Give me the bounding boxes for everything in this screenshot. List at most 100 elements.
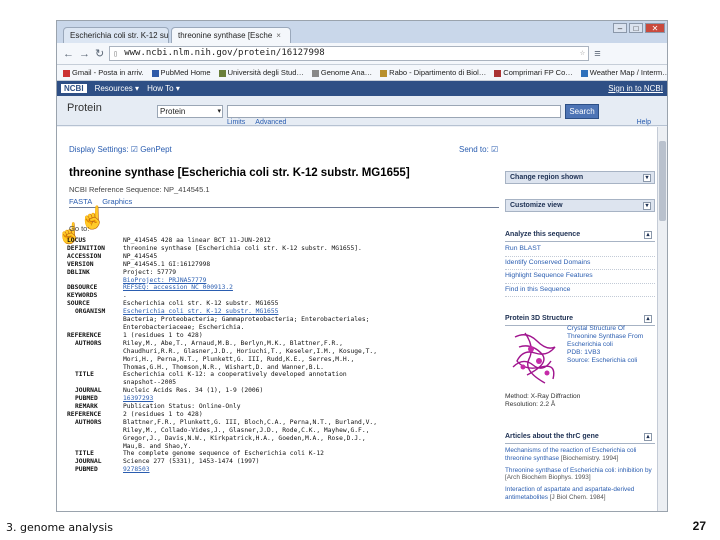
howto-menu[interactable]: How To ▾ (147, 84, 180, 93)
genpept-line: PUBMED 9278503 (67, 466, 507, 474)
customize-view-panel[interactable]: Customize view ▾ (505, 199, 655, 212)
genpept-field-key: REFERENCE (67, 331, 102, 339)
genpept-field-value: 1 (residues 1 to 428) (123, 331, 203, 339)
limits-link[interactable]: Limits (227, 119, 245, 126)
conserved-domains-link[interactable]: Identify Conserved Domains (505, 257, 655, 270)
bookmark-item[interactable]: Università degli Stud… (218, 68, 304, 77)
genpept-field-key: DEFINITION (67, 244, 105, 252)
genpept-line: PUBMED 16397293 (67, 395, 507, 403)
bookmark-item[interactable]: Gmail - Posta in arriv. (63, 68, 144, 77)
search-input[interactable] (227, 105, 561, 118)
tab-threonine-synthase[interactable]: threonine synthase [Esche × (171, 27, 291, 43)
signin-link[interactable]: Sign in to NCBI (608, 84, 663, 93)
reference-sequence: NCBI Reference Sequence: NP_414545.1 (69, 185, 210, 194)
genpept-field-key: DBSOURCE (67, 284, 98, 292)
genpept-field-value: NP_414545 (123, 252, 158, 260)
change-region-panel[interactable]: Change region shown ▾ (505, 171, 655, 184)
star-icon[interactable]: ☆ (580, 47, 585, 60)
genpept-field-key: ORGANISM (75, 308, 106, 316)
genpept-field-value: . (123, 292, 127, 300)
genpept-field-value: Mori,H., Perna,N.T., Plunkett,G. III, Ru… (123, 355, 355, 363)
collapse-icon[interactable]: ▴ (644, 433, 652, 441)
find-in-sequence-link[interactable]: Find in this Sequence (505, 284, 655, 297)
expand-icon[interactable]: ▾ (643, 202, 651, 210)
genpept-line: ACCESSION NP_414545 (67, 253, 507, 261)
send-to-link[interactable]: Send to: ☑ (459, 145, 498, 154)
search-button[interactable]: Search (565, 104, 599, 119)
genpept-field-value[interactable]: Escherichia coli str. K-12 substr. MG165… (123, 308, 507, 316)
settings-wrench-icon[interactable]: ≡ (594, 48, 600, 60)
genpept-field-value: Blattner,F.R., Plunkett,G. III, Bloch,C.… (123, 418, 378, 426)
structure-ribbon-graphic (512, 332, 556, 384)
genpept-field-key (67, 427, 123, 435)
help-link[interactable]: Help (637, 119, 651, 126)
browser-toolbar: ← → ↻ ▯ www.ncbi.nlm.nih.gov/protein/161… (57, 43, 667, 65)
genpept-line: VERSION NP_414545.1 GI:16127998 (67, 261, 507, 269)
chevron-down-icon: ▾ (175, 84, 180, 93)
genpept-line: AUTHORS Blattner,F.R., Plunkett,G. III, B… (67, 419, 507, 427)
genpept-field-key: JOURNAL (75, 458, 102, 466)
bookmark-item[interactable]: PubMed Home (151, 68, 211, 77)
structure-description[interactable]: Crystal Structure Of Threonine Synthase … (567, 325, 655, 365)
ncbi-logo[interactable]: NCBI (61, 84, 87, 93)
genpept-line: JOURNAL Science 277 (5331), 1453-1474 (19… (67, 458, 507, 466)
genpept-line: REFERENCE 1 (residues 1 to 428) (67, 332, 507, 340)
genpept-field-value[interactable]: 9278503 (123, 466, 507, 474)
minimize-button[interactable]: – (613, 23, 627, 33)
genpept-field-value: Escherichia coli K-12: a cooperatively d… (123, 371, 347, 379)
collapse-icon[interactable]: ▴ (644, 315, 652, 323)
graphics-link[interactable]: Graphics (102, 197, 132, 206)
sequence-features-link[interactable]: Highlight Sequence Features (505, 270, 655, 284)
genpept-field-value: Mau,B. and Shao,Y. (123, 442, 192, 450)
genpept-field-key: REFERENCE (67, 410, 102, 418)
genpept-field-value[interactable]: REFSEQ: accession NC_000913.2 (123, 284, 507, 292)
analyze-section-heading: Analyze this sequence ▴ (505, 231, 655, 242)
forward-arrow-icon[interactable]: → (79, 48, 90, 60)
chevron-down-icon: ▾ (217, 108, 221, 115)
genpept-flatfile: LOCUS NP_414545 428 aa linear BCT 11-JUN-… (67, 237, 507, 474)
genpept-field-value: Publication Status: Online-Only (123, 403, 241, 411)
collapse-icon[interactable]: ▴ (644, 231, 652, 239)
database-select[interactable]: Protein ▾ (157, 105, 223, 118)
genpept-field-value: Escherichia coli str. K-12 substr. MG165… (123, 300, 279, 308)
genpept-field-key: SOURCE (67, 300, 90, 308)
genpept-line: Chaudhuri,R.R., Glasner,J.D., Horiuchi,T… (67, 348, 507, 356)
genpept-field-key (67, 277, 123, 285)
back-arrow-icon[interactable]: ← (63, 48, 74, 60)
bookmarks-bar: Gmail - Posta in arriv. PubMed Home Univ… (57, 65, 667, 81)
genpept-line: TITLE The complete genome sequence of Esc… (67, 450, 507, 458)
bookmark-item[interactable]: Rabo - Dipartimento di Biol… (380, 68, 486, 77)
bookmark-item[interactable]: Weather Map / Interm… (580, 68, 667, 77)
genpept-line: BioProject: PRJNA57779 (67, 277, 507, 285)
resources-menu[interactable]: Resources ▾ (95, 84, 140, 93)
gmail-icon (63, 69, 70, 77)
bookmark-item[interactable]: Genome Ana… (311, 68, 372, 77)
structure-metadata: Method: X-Ray Diffraction Resolution: 2.… (505, 393, 581, 408)
genpept-field-key: LOCUS (67, 237, 86, 244)
maximize-button[interactable]: □ (629, 23, 643, 33)
expand-icon[interactable]: ▾ (643, 174, 651, 182)
article-link[interactable]: Interaction of aspartate and aspartate-d… (505, 486, 655, 502)
advanced-link[interactable]: Advanced (255, 119, 286, 126)
article-link[interactable]: Mechanisms of the reaction of Escherichi… (505, 447, 655, 463)
protein-structure-image[interactable] (507, 327, 561, 387)
address-bar[interactable]: ▯ www.ncbi.nlm.nih.gov/protein/16127998 … (109, 46, 590, 61)
genpept-field-value: Nucleic Acids Res. 34 (1), 1-9 (2006) (123, 387, 264, 395)
tab-ecoli-genome[interactable]: Escherichia coli str. K-12 su × (63, 27, 169, 43)
slide-caption: 3. genome analysis (6, 521, 113, 534)
run-blast-link[interactable]: Run BLAST (505, 243, 655, 257)
close-tab-icon[interactable]: × (276, 31, 281, 40)
genpept-field-key: TITLE (75, 450, 94, 458)
genpept-field-value: Riley,M., Collado-Vides,J., Glasner,J.D.… (123, 426, 370, 434)
display-settings-link[interactable]: Display Settings: ☑ GenPept (69, 145, 172, 154)
bookmark-item[interactable]: Comprimari FP Co… (494, 68, 573, 77)
genpept-field-value[interactable]: 16397293 (123, 395, 507, 403)
pubmed-icon (151, 69, 159, 77)
reload-icon[interactable]: ↻ (95, 47, 104, 60)
record-title: threonine synthase [Escherichia coli str… (69, 167, 410, 179)
genpept-field-value[interactable]: BioProject: PRJNA57779 (123, 277, 507, 285)
close-window-button[interactable]: ✕ (645, 23, 665, 33)
vertical-scrollbar[interactable] (657, 127, 667, 511)
scroll-thumb[interactable] (659, 141, 666, 221)
article-link[interactable]: Threonine synthase of Escherichia coli: … (505, 467, 655, 483)
